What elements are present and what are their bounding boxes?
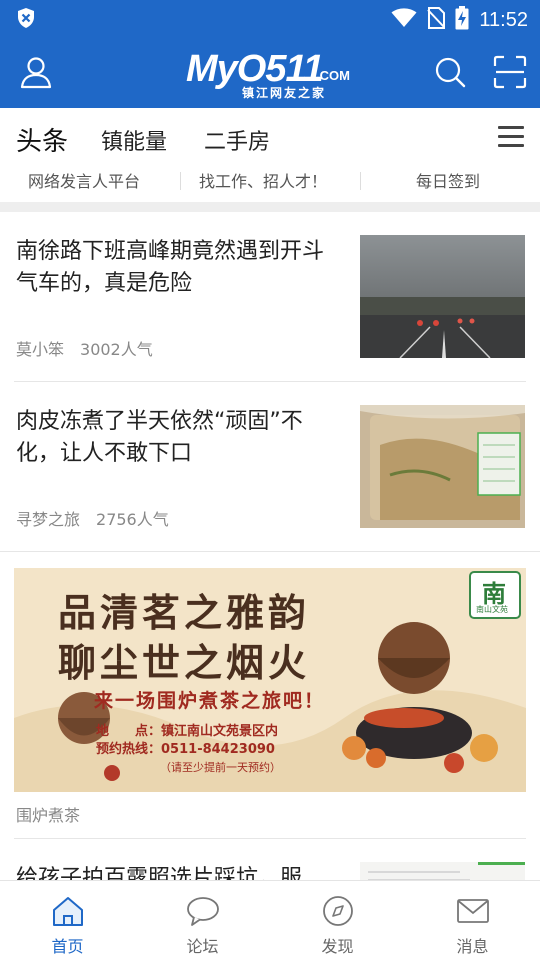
- banner-headline-2: 聊尘世之烟火: [58, 640, 311, 685]
- article-popularity: 3002人气: [80, 340, 153, 359]
- article-item[interactable]: 给孩子拍百露照选片踩坑，服: [0, 839, 540, 880]
- banner-badge-subtitle: 南山文苑: [476, 605, 508, 614]
- section-separator: [0, 202, 540, 212]
- logo-subtitle: 镇江网友之家: [242, 86, 327, 100]
- channel-tabs: 头条 镇能量 二手房: [0, 108, 540, 169]
- search-icon: [435, 57, 466, 88]
- article-author: 莫小笨: [16, 340, 65, 359]
- scan-button[interactable]: [492, 54, 528, 90]
- bottom-navigation: 首页 论坛 发现 消息: [0, 880, 540, 960]
- banner-address-label: 地 点：: [96, 724, 162, 739]
- search-button[interactable]: [432, 54, 468, 90]
- article-popularity: 2756人气: [96, 510, 169, 529]
- quick-link-jobs[interactable]: 找工作、招人才！: [199, 168, 327, 192]
- article-thumbnail[interactable]: [360, 862, 525, 880]
- app-logo: MyO511 .COM 镇江网友之家: [186, 50, 356, 100]
- banner-address: 地 点：镇江南山文苑景区内: [96, 720, 278, 739]
- mail-icon: [456, 899, 489, 923]
- article-author: 寻梦之旅: [16, 510, 81, 529]
- nav-forum-label: 论坛: [186, 937, 219, 956]
- divider: [360, 172, 361, 190]
- tab-zhen-energy[interactable]: 镇能量: [101, 124, 167, 156]
- user-profile-button[interactable]: [18, 54, 54, 90]
- compass-icon: [322, 896, 353, 926]
- nav-messages-label: 消息: [456, 937, 489, 956]
- banner-caption: 围炉煮茶: [16, 806, 81, 825]
- nav-home-label: 首页: [51, 937, 84, 956]
- banner-hotline: 预约热线：0511-84423090: [96, 738, 275, 757]
- nav-discover[interactable]: 发现: [270, 881, 405, 960]
- banner-address-value: 镇江南山文苑景区内: [161, 724, 279, 739]
- nav-messages[interactable]: 消息: [405, 881, 540, 960]
- quick-link-spokesperson[interactable]: 网络发言人平台: [28, 168, 140, 192]
- channel-menu-button[interactable]: [498, 126, 524, 148]
- chat-bubble-icon: [186, 897, 219, 926]
- article-item[interactable]: 肉皮冻煮了半天依然“顽固”不化，让人不敢下口 寻梦之旅 2756人气: [0, 382, 540, 552]
- nav-forum[interactable]: 论坛: [135, 881, 270, 960]
- divider: [0, 551, 540, 552]
- article-meta: 莫小笨 3002人气: [16, 336, 153, 360]
- no-sim-icon: [427, 7, 446, 33]
- quick-links-bar: 网络发言人平台 找工作、招人才！ 每日签到: [0, 164, 540, 204]
- logo-domain: .COM: [316, 68, 350, 83]
- tab-second-hand-housing[interactable]: 二手房: [204, 124, 270, 156]
- divider: [180, 172, 181, 190]
- battery-charging-icon: [455, 6, 469, 34]
- status-bar: 11:52: [0, 0, 540, 36]
- app-screen: 11:52 MyO511 .COM 镇江网友之家 头条 镇能量 二手房 网络发言…: [0, 0, 540, 960]
- nav-discover-label: 发现: [321, 937, 354, 956]
- article-title[interactable]: 给孩子拍百露照选片踩坑，服: [16, 863, 342, 880]
- user-icon: [20, 57, 52, 89]
- scan-icon: [493, 55, 527, 89]
- article-meta: 寻梦之旅 2756人气: [16, 506, 169, 530]
- shield-icon: [16, 7, 36, 33]
- status-time: 11:52: [479, 8, 528, 31]
- article-thumbnail[interactable]: [360, 235, 525, 358]
- banner-slogan: 来一场围炉煮茶之旅吧！: [94, 690, 326, 712]
- nav-home[interactable]: 首页: [0, 881, 135, 960]
- banner-note: （请至少提前一天预约）: [160, 761, 281, 774]
- banner-hotline-value: 0511-84423090: [161, 742, 275, 757]
- banner-headline-1: 品清茗之雅韵: [58, 590, 311, 635]
- article-thumbnail[interactable]: [360, 405, 525, 528]
- home-icon: [52, 897, 83, 926]
- tab-headlines[interactable]: 头条: [16, 121, 68, 158]
- app-header: MyO511 .COM 镇江网友之家: [0, 36, 540, 108]
- wifi-icon: [391, 8, 417, 32]
- banner-hotline-label: 预约热线：: [96, 742, 162, 757]
- promo-banner[interactable]: 品清茗之雅韵 聊尘世之烟火 来一场围炉煮茶之旅吧！ 地 点：镇江南山文苑景区内 …: [14, 568, 526, 792]
- article-item[interactable]: 南徐路下班高峰期竟然遇到开斗气车的，真是危险 莫小笨 3002人气: [0, 212, 540, 382]
- article-title[interactable]: 南徐路下班高峰期竟然遇到开斗气车的，真是危险: [16, 236, 342, 300]
- article-title[interactable]: 肉皮冻煮了半天依然“顽固”不化，让人不敢下口: [16, 406, 342, 470]
- quick-link-checkin[interactable]: 每日签到: [416, 168, 480, 192]
